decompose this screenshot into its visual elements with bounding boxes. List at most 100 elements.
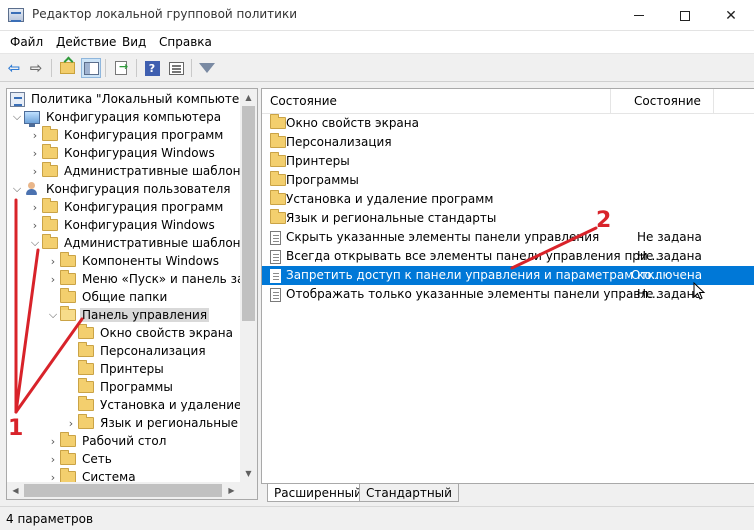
chevron-down-icon[interactable]: ⌵ bbox=[10, 182, 24, 196]
tree-item-start-menu-taskbar[interactable]: › Меню «Пуск» и панель зада bbox=[46, 270, 257, 288]
chevron-right-icon[interactable]: › bbox=[46, 255, 60, 268]
column-header-state[interactable]: Состояние bbox=[634, 94, 701, 108]
tree-item-label: Политика "Локальный компьютер" bbox=[31, 92, 253, 106]
help-button[interactable]: ? bbox=[142, 58, 162, 78]
list-item-state: Не задана bbox=[637, 230, 702, 244]
chevron-down-icon[interactable]: ⌵ bbox=[28, 236, 42, 250]
tree-item-admin-templates[interactable]: › Административные шаблоны bbox=[28, 162, 252, 180]
tree-item-programs[interactable]: › Программы bbox=[64, 378, 175, 396]
list-item-setting[interactable]: Отображать только указанные элементы пан… bbox=[262, 285, 754, 304]
column-header-setting[interactable]: Состояние bbox=[270, 94, 337, 108]
chevron-right-icon[interactable]: › bbox=[28, 219, 42, 232]
tab-extended[interactable]: Расширенный bbox=[267, 484, 369, 502]
tab-standard[interactable]: Стандартный bbox=[359, 484, 459, 502]
tree-item-user-windows-settings[interactable]: › Конфигурация Windows bbox=[28, 216, 217, 234]
chevron-right-icon[interactable]: › bbox=[46, 453, 60, 466]
properties-button[interactable] bbox=[166, 58, 186, 78]
chevron-right-icon[interactable]: › bbox=[46, 435, 60, 448]
scroll-thumb[interactable] bbox=[242, 106, 255, 321]
tree-item-windows-components[interactable]: › Компоненты Windows bbox=[46, 252, 221, 270]
scroll-left-icon[interactable]: ◀ bbox=[7, 482, 24, 499]
tree-item-user-admin-templates[interactable]: ⌵ Административные шаблоны bbox=[28, 234, 252, 252]
back-button[interactable]: ⇦ bbox=[4, 58, 24, 78]
scroll-thumb[interactable] bbox=[24, 484, 222, 497]
tree-horizontal-scrollbar[interactable]: ◀ ▶ bbox=[7, 482, 257, 499]
chevron-right-icon[interactable]: › bbox=[46, 273, 60, 286]
settings-list-pane[interactable]: Состояние Состояние Окно свойств экрана … bbox=[261, 88, 754, 484]
folder-icon bbox=[42, 234, 58, 249]
show-hide-tree-button[interactable] bbox=[81, 58, 101, 78]
tree-item-display[interactable]: › Окно свойств экрана bbox=[64, 324, 235, 342]
tree-item-user-software-settings[interactable]: › Конфигурация программ bbox=[28, 198, 225, 216]
export-list-button[interactable] bbox=[111, 58, 131, 78]
folder-icon bbox=[78, 414, 94, 429]
tree-item-windows-settings[interactable]: › Конфигурация Windows bbox=[28, 144, 217, 162]
tree-item-label: Административные шаблоны bbox=[64, 236, 251, 250]
column-separator[interactable] bbox=[713, 89, 714, 114]
menu-file[interactable]: Файл bbox=[10, 35, 43, 49]
help-icon: ? bbox=[144, 60, 160, 76]
chevron-right-icon[interactable]: › bbox=[28, 201, 42, 214]
list-item-setting[interactable]: Скрыть указанные элементы панели управле… bbox=[262, 228, 754, 247]
setting-icon bbox=[270, 231, 281, 245]
column-separator[interactable] bbox=[610, 89, 611, 114]
tree-item-user-config[interactable]: ⌵ Конфигурация пользователя bbox=[10, 180, 232, 198]
tree-item-network[interactable]: › Сеть bbox=[46, 450, 114, 468]
maximize-button[interactable] bbox=[662, 0, 708, 31]
up-one-level-button[interactable] bbox=[57, 58, 77, 78]
tree-item-local-policy[interactable]: Политика "Локальный компьютер" bbox=[10, 90, 254, 108]
list-item[interactable]: Персонализация bbox=[262, 133, 754, 152]
minimize-button[interactable] bbox=[616, 0, 662, 31]
menu-help[interactable]: Справка bbox=[159, 35, 212, 49]
scrollbar-corner bbox=[240, 482, 257, 499]
list-item[interactable]: Установка и удаление программ bbox=[262, 190, 754, 209]
view-tabs: Расширенный Стандартный bbox=[261, 484, 754, 502]
show-hide-tree-icon bbox=[83, 61, 99, 75]
scroll-right-icon[interactable]: ▶ bbox=[223, 482, 240, 499]
list-item-name: Принтеры bbox=[286, 154, 350, 168]
tree-item-add-remove-programs[interactable]: › Установка и удаление пр bbox=[64, 396, 257, 414]
chevron-right-icon[interactable]: › bbox=[28, 165, 42, 178]
user-icon bbox=[24, 182, 40, 196]
tree-item-label: Конфигурация компьютера bbox=[46, 110, 222, 124]
annotation-label-1: 1 bbox=[8, 416, 24, 441]
tree-item-software-settings[interactable]: › Конфигурация программ bbox=[28, 126, 225, 144]
list-item[interactable]: Окно свойств экрана bbox=[262, 114, 754, 133]
scroll-down-icon[interactable]: ▼ bbox=[240, 465, 257, 482]
filter-button[interactable] bbox=[197, 58, 217, 78]
chevron-right-icon[interactable]: › bbox=[28, 129, 42, 142]
menu-action[interactable]: Действие bbox=[56, 35, 116, 49]
chevron-down-icon[interactable]: ⌵ bbox=[46, 308, 60, 322]
folder-icon bbox=[78, 342, 94, 357]
chevron-right-icon[interactable]: › bbox=[28, 147, 42, 160]
tree-item-label: Рабочий стол bbox=[82, 434, 167, 448]
menu-view[interactable]: Вид bbox=[122, 35, 146, 49]
tree-item-label: Компоненты Windows bbox=[82, 254, 220, 268]
list-item-setting-selected[interactable]: Запретить доступ к панели управления и п… bbox=[262, 266, 754, 285]
list-item[interactable]: Программы bbox=[262, 171, 754, 190]
list-item[interactable]: Язык и региональные стандарты bbox=[262, 209, 754, 228]
chevron-down-icon[interactable]: ⌵ bbox=[10, 110, 24, 124]
tree-item-desktop[interactable]: › Рабочий стол bbox=[46, 432, 168, 450]
folder-icon bbox=[42, 126, 58, 141]
tree-item-control-panel[interactable]: ⌵ Панель управления bbox=[46, 306, 210, 324]
list-item-name: Персонализация bbox=[286, 135, 392, 149]
tree-item-computer-config[interactable]: ⌵ Конфигурация компьютера bbox=[10, 108, 223, 127]
list-item-setting[interactable]: Всегда открывать все элементы панели упр… bbox=[262, 247, 754, 266]
tree-item-personalization[interactable]: › Персонализация bbox=[64, 342, 208, 360]
policy-icon bbox=[10, 91, 25, 107]
list-item[interactable]: Принтеры bbox=[262, 152, 754, 171]
close-button[interactable]: ✕ bbox=[708, 0, 754, 31]
tree-item-regional-options[interactable]: › Язык и региональные ст bbox=[64, 414, 257, 432]
tree-item-printers[interactable]: › Принтеры bbox=[64, 360, 166, 378]
tree-item-shared-folders[interactable]: › Общие папки bbox=[46, 288, 169, 306]
folder-icon bbox=[42, 162, 58, 177]
folder-icon bbox=[78, 378, 94, 393]
tree-pane[interactable]: Политика "Локальный компьютер" ⌵ Конфигу… bbox=[6, 88, 258, 500]
chevron-right-icon[interactable]: › bbox=[64, 417, 78, 430]
tree-item-label: Сеть bbox=[82, 452, 112, 466]
tree-vertical-scrollbar[interactable]: ▲ ▼ bbox=[240, 89, 257, 482]
forward-button[interactable]: ⇨ bbox=[26, 58, 46, 78]
scroll-up-icon[interactable]: ▲ bbox=[240, 89, 257, 106]
folder-icon bbox=[78, 396, 94, 411]
